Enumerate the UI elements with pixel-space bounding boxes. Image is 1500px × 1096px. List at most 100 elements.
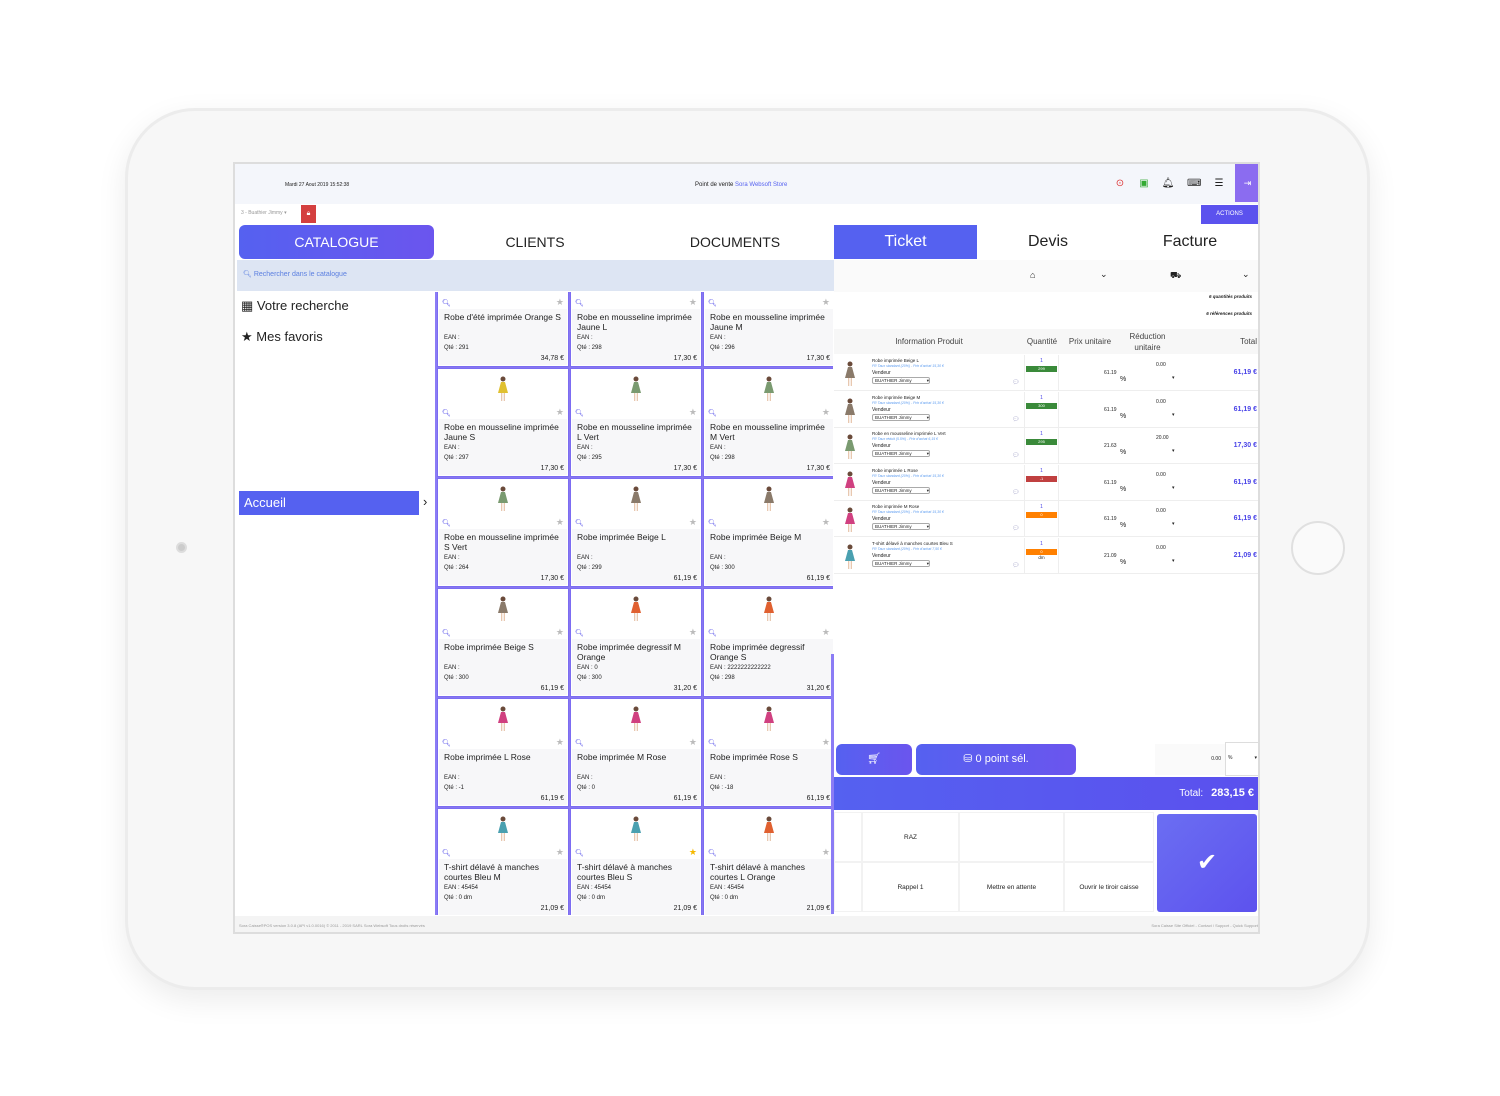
qty-cell[interactable]: 1 295	[1024, 428, 1059, 463]
list-icon[interactable]: ☰	[1212, 178, 1226, 189]
magnifier-icon[interactable]: 🔍︎	[708, 739, 717, 747]
vendor-select[interactable]: BUATHIER Jimmy ▾	[872, 523, 930, 530]
line-unit-price[interactable]: 21.63	[1104, 443, 1117, 449]
line-unit-price[interactable]: 61.19	[1104, 480, 1117, 486]
qty-cell[interactable]: 1 0 dm	[1024, 537, 1059, 573]
product-card[interactable]: 🔍︎ ★ T-shirt délavé à manches courtes L …	[703, 808, 833, 915]
chevron-down-icon[interactable]: ⌄	[1242, 269, 1250, 280]
product-card[interactable]: 🔍︎ ★ Robe imprimée degressif Orange S EA…	[703, 588, 833, 697]
sidebar-item-favorites[interactable]: ★ Mes favoris	[241, 329, 323, 345]
home-icon[interactable]: ⌂	[1030, 270, 1035, 280]
product-card[interactable]: 🔍︎ ★ Robe imprimée Beige S EAN : Qté : 3…	[437, 588, 569, 697]
tab-devis[interactable]: Devis	[977, 225, 1119, 259]
qty-cell[interactable]: 1 -1	[1024, 464, 1059, 500]
favorite-star-icon[interactable]: ★	[689, 297, 697, 308]
ticket-row[interactable]: T-shirt délavé à manches courtes Bleu S …	[834, 537, 1258, 574]
footer-links[interactable]: Sora Caisse Site Officiel - Contact / Su…	[1151, 923, 1258, 928]
bell-icon[interactable]: 🔔︎	[1161, 178, 1175, 189]
magnifier-icon[interactable]: 🔍︎	[708, 519, 717, 527]
product-card[interactable]: 🔍︎ ★ Robe imprimée Rose S EAN : Qté : -1…	[703, 698, 833, 807]
logout-icon[interactable]: ⇥	[1235, 164, 1258, 202]
magnifier-icon[interactable]: 🔍︎	[575, 629, 584, 637]
caret-down-icon[interactable]: ▾	[1172, 412, 1175, 418]
magnifier-icon[interactable]: 🔍︎	[708, 409, 717, 417]
discount-unit[interactable]: %	[1120, 449, 1126, 456]
caret-down-icon[interactable]: ▾	[1172, 375, 1175, 381]
caret-down-icon[interactable]: ▾	[1172, 558, 1175, 564]
clock-icon[interactable]: ⊙	[1113, 178, 1127, 189]
product-card[interactable]: 🔍︎ ★ Robe en mousseline imprimée Jaune S…	[437, 368, 569, 477]
comment-icon[interactable]: 💬︎	[1012, 452, 1020, 459]
product-card[interactable]: 🔍︎ ★ Robe imprimée M Rose EAN : Qté : 0 …	[570, 698, 702, 807]
open-drawer-button[interactable]: Ouvrir le tiroir caisse	[1064, 862, 1154, 912]
line-unit-price[interactable]: 61.19	[1104, 370, 1117, 376]
favorite-star-icon[interactable]: ★	[689, 407, 697, 418]
line-discount[interactable]: 0.00	[1156, 545, 1166, 551]
ticket-row[interactable]: Robe imprimée Beige M FR Taux standard (…	[834, 391, 1258, 428]
discount-unit[interactable]: %	[1120, 486, 1126, 493]
catalogue-search[interactable]: 🔍︎ Rechercher dans le catalogue	[237, 260, 834, 291]
line-unit-price[interactable]: 61.19	[1104, 407, 1117, 413]
calendar-icon[interactable]: ▣	[1137, 178, 1151, 189]
comment-icon[interactable]: 💬︎	[1012, 379, 1020, 386]
tab-ticket[interactable]: Ticket	[834, 225, 977, 259]
favorite-star-icon[interactable]: ★	[689, 517, 697, 528]
favorite-star-icon[interactable]: ★	[822, 627, 830, 638]
magnifier-icon[interactable]: 🔍︎	[575, 739, 584, 747]
favorite-star-icon[interactable]: ★	[689, 737, 697, 748]
qty-cell[interactable]: 1 300	[1024, 391, 1059, 427]
ticket-row[interactable]: Robe en mousseline imprimée L Vert FR Ta…	[834, 428, 1258, 464]
caret-down-icon[interactable]: ▾	[1172, 521, 1175, 527]
sidebar-item-home[interactable]: Accueil	[239, 491, 419, 515]
comment-icon[interactable]: 💬︎	[1012, 562, 1020, 569]
vendor-select[interactable]: BUATHIER Jimmy ▾	[872, 377, 930, 384]
favorite-star-icon[interactable]: ★	[822, 407, 830, 418]
discount-unit[interactable]: %	[1120, 559, 1126, 566]
vendor-select[interactable]: BUATHIER Jimmy ▾	[872, 413, 930, 421]
product-card[interactable]: 🔍︎ ★ Robe imprimée Beige L EAN : Qté : 2…	[570, 478, 702, 587]
magnifier-icon[interactable]: 🔍︎	[708, 629, 717, 637]
line-discount[interactable]: 0.00	[1156, 399, 1166, 405]
line-discount[interactable]: 20.00	[1156, 435, 1169, 441]
favorite-star-icon[interactable]: ★	[689, 847, 697, 858]
favorite-star-icon[interactable]: ★	[822, 517, 830, 528]
favorite-star-icon[interactable]: ★	[822, 737, 830, 748]
chevron-down-icon[interactable]: ⌄	[1100, 269, 1108, 280]
magnifier-icon[interactable]: 🔍︎	[442, 629, 451, 637]
product-card[interactable]: 🔍︎ ★ Robe d'été imprimée Orange S EAN : …	[437, 292, 569, 367]
product-card[interactable]: 🔍︎ ★ T-shirt délavé à manches courtes Bl…	[570, 808, 702, 915]
line-unit-price[interactable]: 21.09	[1104, 553, 1117, 559]
vendor-select[interactable]: BUATHIER Jimmy ▾	[872, 559, 930, 567]
product-card[interactable]: 🔍︎ ★ Robe imprimée L Rose EAN : Qté : -1…	[437, 698, 569, 807]
magnifier-icon[interactable]: 🔍︎	[442, 409, 451, 417]
qty-cell[interactable]: 1 0	[1024, 501, 1059, 536]
validate-button[interactable]: ✔	[1157, 814, 1257, 912]
favorite-star-icon[interactable]: ★	[556, 627, 564, 638]
keyboard-icon[interactable]: ⌨	[1187, 178, 1201, 189]
product-card[interactable]: 🔍︎ ★ Robe en mousseline imprimée S Vert …	[437, 478, 569, 587]
favorite-star-icon[interactable]: ★	[822, 297, 830, 308]
product-card[interactable]: 🔍︎ ★ Robe en mousseline imprimée M Vert …	[703, 368, 833, 477]
product-card[interactable]: 🔍︎ ★ Robe imprimée degressif M Orange EA…	[570, 588, 702, 697]
magnifier-icon[interactable]: 🔍︎	[442, 299, 451, 307]
comment-icon[interactable]: 💬︎	[1012, 416, 1020, 423]
user-select[interactable]: 3 - Buathier Jimmy ▾	[241, 210, 287, 216]
caret-down-icon[interactable]: ▾	[1172, 448, 1175, 454]
magnifier-icon[interactable]: 🔍︎	[708, 299, 717, 307]
line-discount[interactable]: 0.00	[1156, 508, 1166, 514]
product-card[interactable]: 🔍︎ ★ T-shirt délavé à manches courtes Bl…	[437, 808, 569, 915]
ticket-row[interactable]: Robe imprimée L Rose FR Taux standard (2…	[834, 464, 1258, 501]
lock-icon[interactable]: 🔒︎	[301, 205, 316, 223]
favorite-star-icon[interactable]: ★	[556, 407, 564, 418]
points-button[interactable]: ⛁ 0 point sél.	[916, 744, 1076, 775]
magnifier-icon[interactable]: 🔍︎	[442, 849, 451, 857]
tab-documents[interactable]: DOCUMENTS	[635, 225, 835, 259]
ticket-row[interactable]: Robe imprimée M Rose FR Taux standard (2…	[834, 501, 1258, 537]
comment-icon[interactable]: 💬︎	[1012, 525, 1020, 532]
chevron-right-icon[interactable]: ›	[423, 494, 427, 509]
qty-cell[interactable]: 1 299	[1024, 355, 1059, 390]
global-discount-input[interactable]: 0.00	[1155, 744, 1225, 775]
line-discount[interactable]: 0.00	[1156, 472, 1166, 478]
magnifier-icon[interactable]: 🔍︎	[575, 299, 584, 307]
raz-button[interactable]: RAZ	[862, 812, 959, 862]
